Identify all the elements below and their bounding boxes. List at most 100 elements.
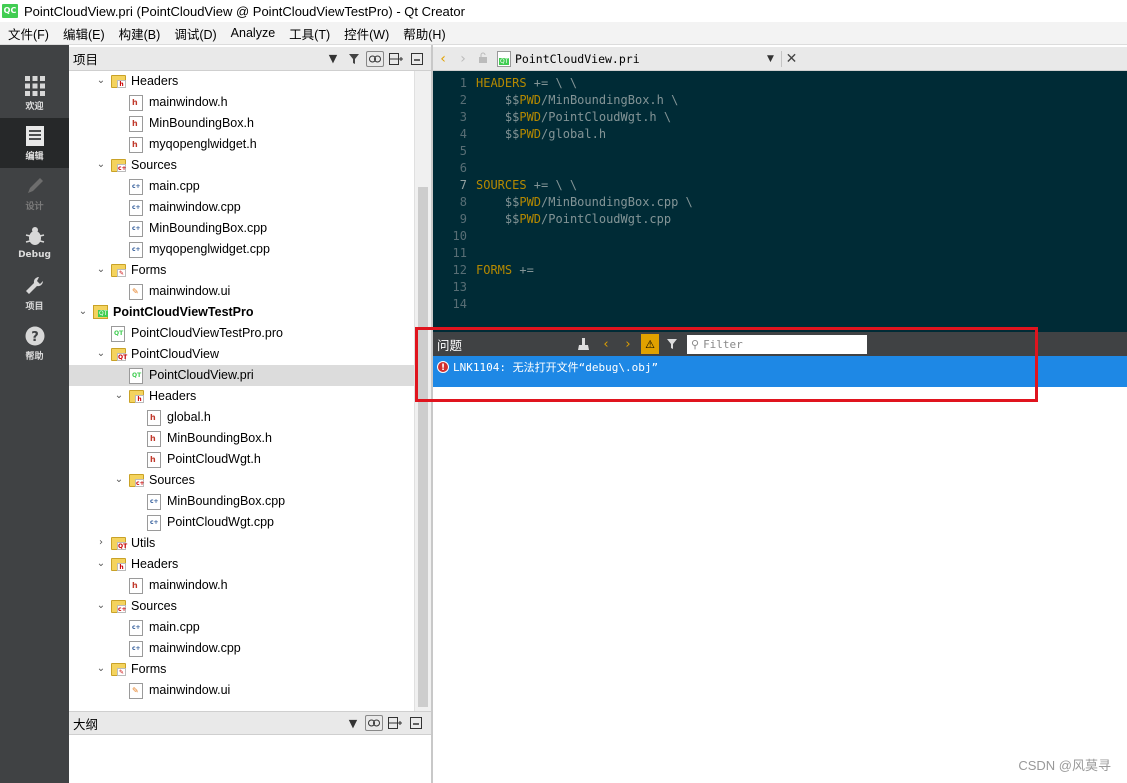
tree-file-row[interactable]: h mainwindow.h [69,575,414,596]
expanded-arrow-icon[interactable]: ⌄ [95,348,107,360]
link-icon[interactable] [365,715,383,731]
tree-folder-row[interactable]: › QT Utils [69,533,414,554]
code-line[interactable]: $$PWD/MinBoundingBox.h \ [476,93,678,107]
menu-help[interactable]: 帮助(H) [397,24,453,43]
line-number: 5 [459,144,467,158]
split-icon[interactable] [387,50,405,68]
tree-file-row[interactable]: c+ mainwindow.cpp [69,638,414,659]
expanded-arrow-icon[interactable]: ⌄ [95,558,107,570]
expanded-arrow-icon[interactable]: ⌄ [113,474,125,486]
tree-item-label: mainwindow.cpp [149,200,241,214]
link-icon[interactable] [366,50,384,67]
expanded-arrow-icon[interactable]: ⌄ [113,390,125,402]
expanded-arrow-icon[interactable]: ⌄ [95,600,107,612]
menu-tools[interactable]: 工具(T) [283,24,338,43]
tree-file-row[interactable]: c+ mainwindow.cpp [69,197,414,218]
tree-file-row[interactable]: h MinBoundingBox.h [69,428,414,449]
menu-file[interactable]: 文件(F) [2,24,57,43]
tree-item-label: mainwindow.ui [149,683,231,697]
code-line[interactable]: $$PWD/global.h [476,127,606,141]
close-panel-icon[interactable] [408,50,426,68]
tree-file-row[interactable]: c+ MinBoundingBox.cpp [69,218,414,239]
scrollbar-thumb[interactable] [418,187,428,707]
mode-edit[interactable]: 编辑 [0,118,69,168]
tree-file-row[interactable]: ✎ mainwindow.ui [69,281,414,302]
mode-debug[interactable]: Debug [0,218,69,268]
tree-file-row[interactable]: QT PointCloudView.pri [69,365,414,386]
tree-folder-row[interactable]: ⌄ QT PointCloudView [69,344,414,365]
open-document-name[interactable]: PointCloudView.pri [515,52,675,66]
cpp-file-icon: c+ [129,620,143,636]
tree-item-label: global.h [167,410,211,424]
mode-selector: 欢迎 编辑 设计 Debug 项目 ? 帮助 [0,45,69,783]
expanded-arrow-icon[interactable]: ⌄ [77,306,89,318]
tree-folder-row[interactable]: ⌄ h Headers [69,554,414,575]
mode-welcome[interactable]: 欢迎 [0,68,69,118]
header-file-icon: h [147,410,161,426]
tree-file-row[interactable]: c+ main.cpp [69,617,414,638]
line-number: 3 [459,110,467,124]
cpp-file-icon: c+ [129,641,143,657]
collapsed-arrow-icon[interactable]: › [95,537,107,549]
menu-build[interactable]: 构建(B) [113,24,169,43]
menu-edit[interactable]: 编辑(E) [57,24,113,43]
go-back-icon[interactable]: ‹ [433,51,453,67]
tree-item-label: PointCloudWgt.cpp [167,515,275,529]
code-line[interactable]: $$PWD/PointCloudWgt.cpp [476,212,671,226]
expanded-arrow-icon[interactable]: ⌄ [95,75,107,87]
tree-file-row[interactable]: h mainwindow.h [69,92,414,113]
code-line[interactable]: $$PWD/PointCloudWgt.h \ [476,110,671,124]
close-document-icon[interactable]: ✕ [781,50,801,67]
folder-icon: ✎ [111,264,126,277]
folder-icon: c+ [111,600,127,613]
mode-projects-label: 项目 [25,301,44,312]
documents-dropdown-icon[interactable]: ▼ [767,54,781,64]
outline-panel-title[interactable]: 大纲 [73,714,341,733]
filter-icon[interactable] [345,50,363,68]
tree-file-row[interactable]: c+ PointCloudWgt.cpp [69,512,414,533]
tree-file-row[interactable]: c+ MinBoundingBox.cpp [69,491,414,512]
tree-file-row[interactable]: h myqopenglwidget.h [69,134,414,155]
tree-item-label: MinBoundingBox.cpp [167,494,286,508]
mode-projects[interactable]: 项目 [0,268,69,318]
code-line[interactable]: $$PWD/MinBoundingBox.cpp \ [476,195,693,209]
code-editor[interactable]: 1 2 3 4 5 6 7 8 9 10 11 12 13 14 HEADERS += \ \ $$PWD… [433,71,1127,332]
tree-folder-row[interactable]: ⌄ ✎ Forms [69,260,414,281]
dropdown-arrow-icon[interactable]: ▼ [344,714,362,732]
tree-folder-row[interactable]: ⌄ h Headers [69,71,414,92]
code-line[interactable]: HEADERS += \ \ [476,76,577,90]
expanded-arrow-icon[interactable]: ⌄ [95,663,107,675]
tree-file-row[interactable]: h global.h [69,407,414,428]
menu-analyze[interactable]: Analyze [225,26,283,40]
tree-file-row[interactable]: c+ main.cpp [69,176,414,197]
tree-file-row[interactable]: h PointCloudWgt.h [69,449,414,470]
mode-design[interactable]: 设计 [0,168,69,218]
menu-debug[interactable]: 调试(D) [168,24,224,43]
tree-item-label: PointCloudView [131,347,220,361]
close-panel-icon[interactable] [407,714,425,732]
expanded-arrow-icon[interactable]: ⌄ [95,159,107,171]
tree-file-row[interactable]: QT PointCloudViewTestPro.pro [69,323,414,344]
tree-file-row[interactable]: ✎ mainwindow.ui [69,680,414,701]
project-panel-title[interactable]: 项目 [73,49,321,68]
tree-folder-row[interactable]: ⌄ c+ Sources [69,470,414,491]
tree-item-label: mainwindow.h [149,95,228,109]
code-line[interactable]: SOURCES += \ \ [476,178,577,192]
tree-folder-row[interactable]: ⌄ ✎ Forms [69,659,414,680]
split-icon[interactable] [386,714,404,732]
tree-folder-row[interactable]: ⌄ QT PointCloudViewTestPro [69,302,414,323]
code-line[interactable]: FORMS += [476,263,534,277]
tree-folder-row[interactable]: ⌄ h Headers [69,386,414,407]
tree-file-row[interactable]: c+ myqopenglwidget.cpp [69,239,414,260]
mode-help[interactable]: ? 帮助 [0,318,69,368]
qt-creator-logo: QC [2,4,18,18]
tree-folder-row[interactable]: ⌄ c+ Sources [69,155,414,176]
go-forward-icon[interactable]: › [453,51,473,67]
line-number-gutter: 1 2 3 4 5 6 7 8 9 10 11 12 13 14 [433,71,471,332]
expanded-arrow-icon[interactable]: ⌄ [95,264,107,276]
menu-widgets[interactable]: 控件(W) [338,24,397,43]
tree-file-row[interactable]: h MinBoundingBox.h [69,113,414,134]
tree-folder-row[interactable]: ⌄ c+ Sources [69,596,414,617]
dropdown-arrow-icon[interactable]: ▼ [324,50,342,68]
project-panel-header: 项目 ▼ [69,47,431,71]
